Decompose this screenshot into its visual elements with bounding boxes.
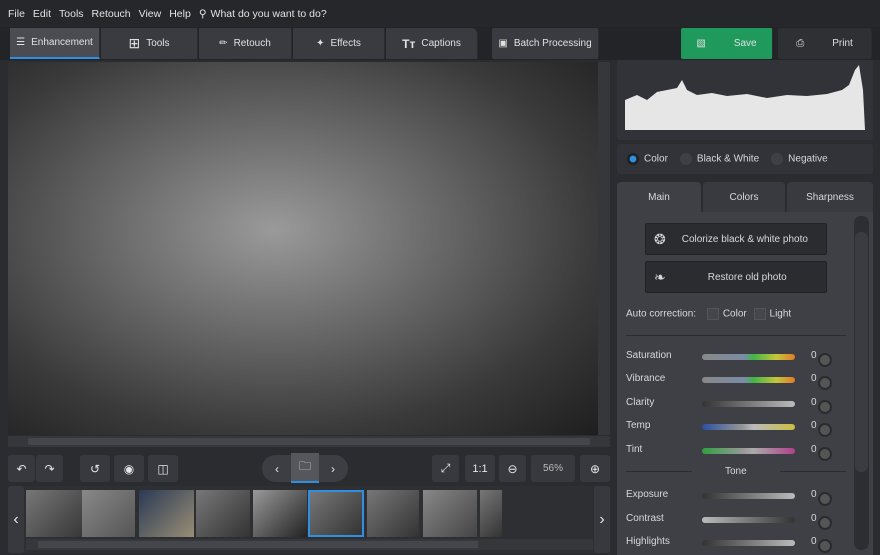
filmstrip-thumbnail[interactable] [253, 490, 307, 537]
open-folder-button[interactable]: 🗀 [291, 453, 319, 483]
eye-icon: ◉ [123, 461, 135, 476]
filmstrip-thumbnail[interactable] [480, 490, 502, 537]
menu-file[interactable]: File [8, 8, 25, 20]
chevron-right-icon: › [599, 510, 605, 528]
tone-heading: Tone [725, 466, 747, 477]
tab-captions[interactable]: Tт Captions [386, 28, 478, 59]
histogram-panel [617, 60, 873, 140]
zoom-level-field[interactable]: 56% [531, 455, 575, 482]
radio-negative[interactable]: Negative [771, 153, 828, 165]
filmstrip-thumbnail[interactable] [196, 490, 250, 537]
zoom-out-button[interactable]: ⊖ [499, 455, 526, 482]
chevron-left-icon: ‹ [275, 461, 279, 476]
brush-icon: ✏ [219, 38, 228, 49]
divider [626, 335, 846, 336]
fit-screen-icon: ⤢ [440, 461, 451, 475]
contrast-slider[interactable]: Contrast 0 [626, 513, 846, 530]
radio-black-white[interactable]: Black & White [679, 153, 759, 165]
filmstrip-thumbnail[interactable] [82, 490, 135, 537]
tab-colors[interactable]: Colors [703, 182, 785, 212]
chevron-right-icon: › [331, 461, 335, 476]
menu-help[interactable]: Help [169, 8, 191, 20]
leaf-icon: ❧ [654, 268, 666, 285]
colorize-button[interactable]: ❂ Colorize black & white photo [645, 223, 827, 255]
compare-icon: ◫ [157, 461, 169, 476]
tab-retouch[interactable]: ✏ Retouch [199, 28, 292, 59]
restore-old-photo-button[interactable]: ❧ Restore old photo [645, 261, 827, 293]
reset-button[interactable]: ↺ [80, 455, 110, 482]
search-box[interactable]: ⚲ What do you want to do? [199, 8, 335, 20]
auto-light-checkbox[interactable] [753, 308, 766, 320]
fit-to-screen-button[interactable]: ⤢ [432, 455, 459, 482]
search-icon: ⚲ [198, 7, 207, 20]
tab-main[interactable]: Main [617, 182, 701, 212]
divider [780, 471, 846, 472]
images-icon: ▣ [498, 38, 508, 49]
temp-slider[interactable]: Temp 0 [626, 420, 846, 437]
redo-button[interactable]: ↷ [36, 455, 63, 482]
print-button[interactable]: ⎙ Print [778, 28, 872, 59]
menu-bar: File Edit Tools Retouch View Help ⚲ What … [0, 0, 880, 27]
filmstrip-next-button[interactable]: › [594, 486, 610, 553]
photo-horizontal-scrollbar[interactable] [8, 436, 610, 447]
compare-button[interactable]: ◫ [148, 455, 178, 482]
sliders-icon: ☰ [16, 37, 26, 48]
search-input[interactable]: What do you want to do? [211, 8, 327, 20]
text-icon: Tт [402, 36, 416, 51]
minus-circle-icon: ⊖ [507, 461, 518, 476]
filmstrip-scrollbar[interactable] [26, 539, 593, 550]
menu-tools[interactable]: Tools [59, 8, 84, 20]
redo-icon: ↷ [44, 461, 55, 476]
tab-enhancement[interactable]: ☰ Enhancement [10, 28, 100, 59]
menu-view[interactable]: View [139, 8, 162, 20]
filmstrip-thumbnail[interactable] [367, 490, 419, 537]
tab-tools[interactable]: ⊞ Tools [101, 28, 198, 59]
menu-retouch[interactable]: Retouch [92, 8, 131, 20]
undo-button[interactable]: ↶ [8, 455, 35, 482]
color-mode-group: Color Black & White Negative [617, 144, 873, 174]
clarity-slider[interactable]: Clarity 0 [626, 397, 846, 414]
tab-sharpness[interactable]: Sharpness [787, 182, 873, 212]
next-photo-button[interactable]: › [321, 455, 345, 482]
previous-photo-button[interactable]: ‹ [265, 455, 289, 482]
filmstrip-thumbnail-selected[interactable] [308, 490, 364, 537]
saturation-slider[interactable]: Saturation 0 [626, 350, 846, 367]
filmstrip-prev-button[interactable]: ‹ [8, 486, 24, 553]
plus-circle-icon: ⊕ [589, 461, 601, 476]
undo-icon: ↶ [16, 461, 27, 476]
filmstrip-thumbnail[interactable] [26, 490, 89, 537]
palette-icon: ❂ [654, 230, 666, 247]
tab-effects[interactable]: ✦ Effects [293, 28, 385, 59]
exposure-slider[interactable]: Exposure 0 [626, 489, 846, 506]
zoom-in-button[interactable]: ⊕ [580, 455, 610, 482]
panel-scrollbar[interactable] [854, 216, 869, 550]
photo-vertical-scrollbar[interactable] [598, 62, 610, 435]
printer-icon: ⎙ [796, 38, 805, 49]
auto-color-checkbox[interactable] [706, 308, 719, 320]
batch-processing-button[interactable]: ▣ Batch Processing [492, 28, 599, 59]
photo-canvas[interactable] [8, 62, 598, 435]
chevron-left-icon: ‹ [13, 510, 19, 528]
crop-icon: ⊞ [128, 35, 141, 51]
filmstrip-thumbnail[interactable] [139, 490, 194, 537]
actual-size-button[interactable]: 1:1 [465, 455, 495, 482]
histogram [625, 65, 865, 130]
vibrance-slider[interactable]: Vibrance 0 [626, 373, 846, 390]
reset-icon: ↺ [89, 461, 101, 476]
filmstrip-thumbnail[interactable] [423, 490, 477, 537]
tint-slider[interactable]: Tint 0 [626, 444, 846, 461]
auto-correction: Auto correction: Color Light [626, 308, 792, 320]
floppy-icon: ▧ [696, 38, 706, 49]
preview-button[interactable]: ◉ [114, 455, 144, 482]
folder-icon: 🗀 [298, 458, 311, 473]
menu-edit[interactable]: Edit [33, 8, 51, 20]
divider [626, 471, 692, 472]
magic-wand-icon: ✦ [316, 38, 325, 49]
radio-color[interactable]: Color [627, 153, 668, 165]
save-button[interactable]: ▧ Save [681, 28, 773, 59]
highlights-slider[interactable]: Highlights 0 [626, 536, 846, 553]
